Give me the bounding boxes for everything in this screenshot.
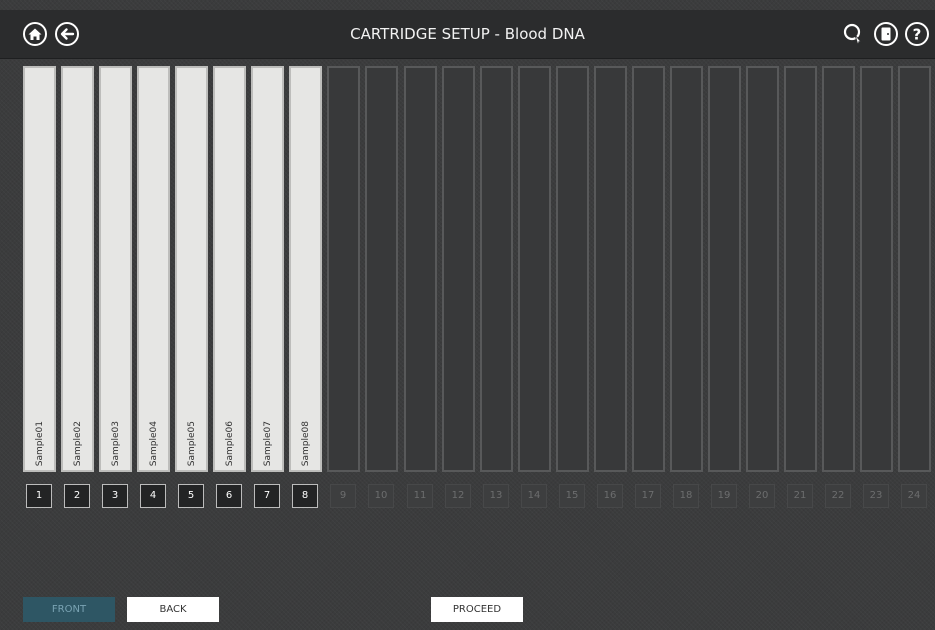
empty-slot[interactable] (898, 66, 931, 472)
empty-slot[interactable] (404, 66, 437, 472)
sample-label: Sample04 (148, 420, 159, 466)
sample-slot[interactable]: Sample07 (251, 66, 284, 472)
position-number[interactable]: 22 (825, 484, 851, 508)
search-pointer-icon[interactable] (842, 22, 866, 46)
position-number[interactable]: 13 (483, 484, 509, 508)
empty-slot[interactable] (518, 66, 551, 472)
sample-slot[interactable]: Sample05 (175, 66, 208, 472)
empty-slot[interactable] (746, 66, 779, 472)
sample-slot[interactable]: Sample01 (23, 66, 56, 472)
position-number[interactable]: 20 (749, 484, 775, 508)
sample-label: Sample07 (262, 420, 273, 466)
position-number[interactable]: 19 (711, 484, 737, 508)
sample-label: Sample02 (72, 420, 83, 466)
position-number[interactable]: 18 (673, 484, 699, 508)
empty-slot[interactable] (632, 66, 665, 472)
empty-slot[interactable] (708, 66, 741, 472)
empty-slot[interactable] (594, 66, 627, 472)
position-number[interactable]: 9 (330, 484, 356, 508)
help-icon[interactable]: ? (905, 22, 929, 46)
door-exit-icon[interactable] (874, 22, 898, 46)
sample-slot[interactable]: Sample02 (61, 66, 94, 472)
position-number[interactable]: 21 (787, 484, 813, 508)
sample-slot[interactable]: Sample04 (137, 66, 170, 472)
empty-slot[interactable] (556, 66, 589, 472)
position-number[interactable]: 17 (635, 484, 661, 508)
position-number[interactable]: 3 (102, 484, 128, 508)
position-number[interactable]: 4 (140, 484, 166, 508)
empty-slot[interactable] (365, 66, 398, 472)
position-number[interactable]: 11 (407, 484, 433, 508)
sample-label: Sample01 (34, 420, 45, 466)
position-number[interactable]: 15 (559, 484, 585, 508)
position-number[interactable]: 8 (292, 484, 318, 508)
position-number[interactable]: 1 (26, 484, 52, 508)
position-number[interactable]: 2 (64, 484, 90, 508)
empty-slot[interactable] (480, 66, 513, 472)
empty-slot[interactable] (860, 66, 893, 472)
header-bar: CARTRIDGE SETUP - Blood DNA ? (0, 10, 935, 59)
front-button[interactable]: FRONT (23, 597, 115, 622)
position-number[interactable]: 24 (901, 484, 927, 508)
proceed-button[interactable]: PROCEED (431, 597, 523, 622)
sample-label: Sample03 (110, 420, 121, 466)
empty-slot[interactable] (822, 66, 855, 472)
empty-slot[interactable] (442, 66, 475, 472)
sample-label: Sample08 (300, 420, 311, 466)
position-number[interactable]: 12 (445, 484, 471, 508)
page-title: CARTRIDGE SETUP - Blood DNA (350, 25, 585, 43)
position-number[interactable]: 23 (863, 484, 889, 508)
back-button[interactable]: BACK (127, 597, 219, 622)
sample-label: Sample05 (186, 420, 197, 466)
empty-slot[interactable] (670, 66, 703, 472)
svg-text:?: ? (913, 26, 922, 44)
position-number[interactable]: 14 (521, 484, 547, 508)
sample-slot[interactable]: Sample03 (99, 66, 132, 472)
empty-slot[interactable] (784, 66, 817, 472)
position-number[interactable]: 16 (597, 484, 623, 508)
position-number[interactable]: 7 (254, 484, 280, 508)
position-number[interactable]: 6 (216, 484, 242, 508)
position-number[interactable]: 10 (368, 484, 394, 508)
sample-label: Sample06 (224, 420, 235, 466)
app-window: CARTRIDGE SETUP - Blood DNA ? Sample01 Sa… (0, 0, 935, 630)
sample-slot[interactable]: Sample08 (289, 66, 322, 472)
empty-slot[interactable] (327, 66, 360, 472)
position-number[interactable]: 5 (178, 484, 204, 508)
sample-slot[interactable]: Sample06 (213, 66, 246, 472)
